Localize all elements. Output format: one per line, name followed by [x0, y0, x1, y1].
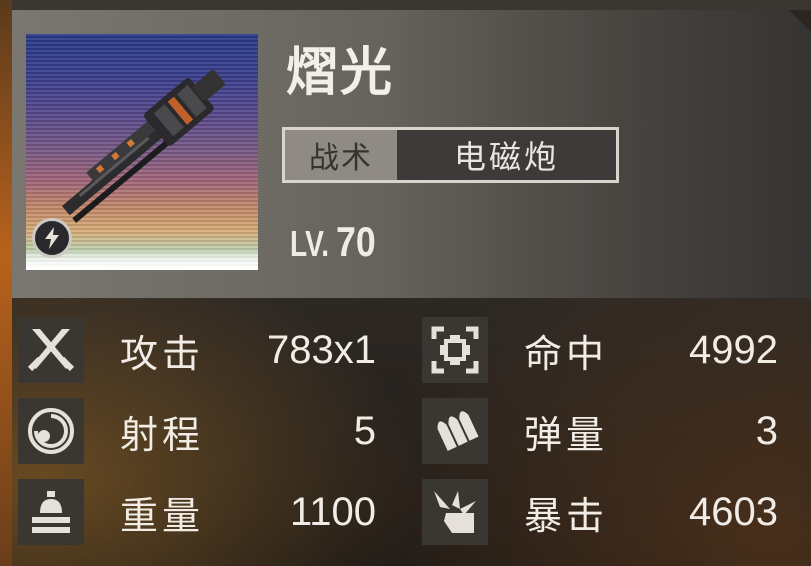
weapon-type-badge — [32, 218, 72, 258]
weapon-info-panel: 熠光 战术 电磁炮 LV. 70 攻击 783x1 命中 4992 射程 5 弹… — [12, 10, 811, 566]
weapon-tag: 战术 电磁炮 — [282, 127, 619, 183]
stat-attack: 攻击 783x1 — [18, 315, 376, 385]
weight-icon — [18, 479, 84, 545]
crosshair-target-icon — [422, 317, 488, 383]
stat-range: 射程 5 — [18, 396, 376, 466]
weapon-portrait — [26, 34, 258, 270]
weapon-level: LV. 70 — [290, 218, 383, 266]
stat-weight: 重量 1100 — [18, 477, 376, 547]
panel-corner — [789, 10, 811, 32]
level-prefix: LV. — [290, 223, 330, 264]
stat-accuracy: 命中 4992 — [422, 315, 778, 385]
weapon-name: 熠光 — [286, 43, 395, 103]
lightning-icon — [45, 227, 59, 249]
stat-label: 命中 — [524, 331, 609, 376]
stat-label: 射程 — [120, 412, 205, 457]
ammo-bullets-icon — [422, 398, 488, 464]
background-edge — [0, 0, 12, 566]
critical-burst-icon — [422, 479, 488, 545]
stat-label: 攻击 — [120, 331, 205, 376]
weapon-category: 战术 — [285, 130, 397, 180]
stat-label: 暴击 — [524, 493, 609, 538]
stat-value: 4992 — [689, 327, 778, 372]
stat-value: 4603 — [689, 489, 778, 534]
stat-ammo: 弹量 3 — [422, 396, 778, 466]
stat-critical: 暴击 4603 — [422, 477, 778, 547]
stat-value: 5 — [353, 408, 376, 453]
weapon-type: 电磁炮 — [397, 130, 616, 180]
stats-grid: 攻击 783x1 命中 4992 射程 5 弹量 3 重量 1100 暴击 46… — [12, 310, 811, 566]
stat-label: 弹量 — [524, 412, 609, 457]
level-value: 70 — [336, 218, 376, 265]
stat-value: 783x1 — [267, 327, 376, 372]
stat-label: 重量 — [120, 493, 205, 538]
stat-value: 3 — [755, 408, 778, 453]
stat-value: 1100 — [289, 489, 376, 534]
range-circle-icon — [18, 398, 84, 464]
crossed-swords-icon — [18, 317, 84, 383]
